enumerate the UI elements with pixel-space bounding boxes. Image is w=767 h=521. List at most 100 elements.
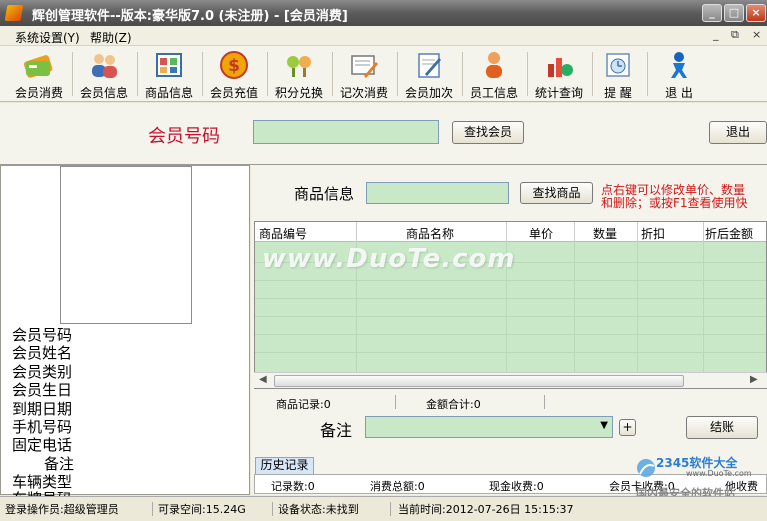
minimize-button[interactable]: _: [702, 4, 722, 22]
statistics-icon: [548, 58, 573, 77]
goods-info-input[interactable]: [366, 182, 509, 204]
toolbar-label: 积分兑换: [274, 86, 323, 100]
toolbar-reminder[interactable]: 提 醒: [587, 48, 649, 100]
column-divider: [574, 222, 575, 242]
summary-separator: [395, 395, 396, 409]
toolbar-member-recharge[interactable]: $ 会员充值: [203, 48, 265, 100]
toolbar-member-info[interactable]: 会员信息: [73, 48, 135, 100]
toolbar-label: 会员信息: [79, 86, 128, 100]
toolbar-label: 员工信息: [469, 86, 518, 100]
dollar-coin-icon: $: [220, 51, 248, 79]
status-free-space: 可录空间:15.24G: [158, 503, 246, 516]
scrollbar-thumb[interactable]: [274, 375, 684, 387]
col-goods-code[interactable]: 商品编号: [259, 225, 307, 242]
status-bar: 登录操作员:超级管理员 可录空间:15.24G 设备状态:未找到 当前时间:20…: [0, 496, 767, 521]
member-number-label: 会员号码: [148, 126, 220, 147]
history-cash-income: 现金收费:0: [489, 480, 544, 493]
tab-history[interactable]: 历史记录: [255, 457, 314, 474]
toolbar-label: 会员加次: [404, 86, 453, 100]
window-title: 辉创管理软件--版本:豪华版7.0 (未注册) - [会员消费]: [32, 9, 348, 24]
status-device: 设备状态:未找到: [278, 503, 359, 516]
toolbar-staff-info[interactable]: 员工信息: [463, 48, 525, 100]
toolbar-statistics[interactable]: 统计查询: [528, 48, 590, 100]
watermark: www.DuoTe.com: [262, 244, 516, 274]
close-button[interactable]: ×: [746, 4, 766, 22]
grid-line: [255, 316, 766, 317]
add-count-icon: [418, 53, 441, 78]
goods-info-label: 商品信息: [294, 185, 355, 203]
toolbar-label: 会员充值: [209, 86, 258, 100]
dropdown-arrow-icon[interactable]: ▼: [600, 420, 608, 431]
col-unit-price[interactable]: 单价: [529, 225, 553, 242]
toolbar-label: 统计查询: [534, 86, 583, 100]
table-header: 商品编号 商品名称 单价 数量 折扣 折后金额: [255, 222, 766, 242]
member-number-input[interactable]: [253, 120, 439, 144]
mdi-close-button[interactable]: ×: [752, 28, 761, 41]
goods-icon: [156, 53, 182, 77]
grid-line: [255, 334, 766, 335]
col-quantity[interactable]: 数量: [593, 225, 617, 242]
summary-separator: [544, 395, 545, 409]
toolbar-points-exchange[interactable]: 积分兑换: [268, 48, 330, 100]
find-goods-button[interactable]: 查找商品: [520, 182, 593, 204]
card-icon: [23, 55, 53, 78]
toolbar-label: 记次消费: [339, 86, 388, 100]
goods-records-count: 商品记录:0: [276, 398, 331, 411]
field-phone: 固定电话: [12, 436, 73, 454]
status-separator: [272, 502, 273, 516]
toolbar-label: 会员消费: [14, 86, 63, 100]
history-consume-total: 消费总额:0: [370, 480, 425, 493]
toolbar-count-consume[interactable]: 记次消费: [333, 48, 395, 100]
svg-text:$: $: [228, 56, 240, 76]
column-divider: [506, 222, 507, 242]
amount-total: 金额合计:0: [426, 398, 481, 411]
exit-button[interactable]: 退出: [709, 121, 767, 144]
logo-site: www.DuoTe.com: [686, 469, 752, 478]
toolbar-member-consume[interactable]: 会员消费: [8, 48, 70, 100]
status-current-time: 当前时间:2012-07-26日 15:15:37: [398, 503, 574, 516]
mdi-minimize-button[interactable]: _: [713, 28, 719, 41]
column-divider: [703, 222, 704, 242]
staff-icon: [486, 52, 502, 78]
member-photo: [60, 166, 192, 324]
grid-line: [255, 280, 766, 281]
toolbar-label: 提 醒: [604, 86, 632, 100]
grid-line: [255, 352, 766, 353]
col-goods-name[interactable]: 商品名称: [406, 225, 454, 242]
remark-combobox[interactable]: ▼: [365, 416, 613, 438]
toolbar-label: 退 出: [665, 86, 693, 100]
col-discount[interactable]: 折扣: [641, 225, 665, 242]
menu-system-settings[interactable]: 系统设置(Y): [15, 29, 80, 46]
exit-icon: [671, 52, 687, 78]
column-divider: [356, 222, 357, 242]
title-bar: 辉创管理软件--版本:豪华版7.0 (未注册) - [会员消费] _ □ ×: [0, 0, 767, 26]
toolbar-exit[interactable]: 退 出: [648, 48, 710, 100]
toolbar-label: 商品信息: [144, 86, 193, 100]
field-member-name: 会员姓名: [12, 344, 73, 362]
status-operator: 登录操作员:超级管理员: [5, 503, 119, 516]
find-member-button[interactable]: 查找会员: [452, 121, 524, 144]
remark-label: 备注: [320, 421, 353, 440]
menu-bar: 系统设置(Y) 帮助(Z) _ ⧉ ×: [0, 26, 767, 46]
status-separator: [390, 502, 391, 516]
menu-help[interactable]: 帮助(Z): [90, 29, 132, 46]
count-consume-icon: [351, 55, 378, 78]
column-divider: [637, 222, 638, 242]
toolbar-goods-info[interactable]: 商品信息: [138, 48, 200, 100]
reminder-icon: [606, 53, 630, 77]
toolbar: 会员消费 会员信息 商品信息 $ 会员充值 积分兑换 记次消费 会员加次 员工信…: [0, 46, 767, 102]
hint-text-line2: 和删除；或按F1查看使用快: [601, 196, 748, 210]
scroll-left-arrow-icon[interactable]: ◀: [259, 374, 267, 385]
field-plate-number: 车牌号码: [12, 488, 72, 496]
scroll-right-arrow-icon[interactable]: ▶: [750, 374, 758, 385]
app-logo-icon: [4, 5, 24, 21]
checkout-button[interactable]: 结账: [686, 416, 758, 439]
col-discounted-amount[interactable]: 折后金额: [705, 225, 753, 242]
add-remark-button[interactable]: +: [619, 419, 636, 436]
maximize-button[interactable]: □: [724, 4, 744, 22]
field-member-birthday: 会员生日: [12, 381, 73, 399]
mdi-restore-button[interactable]: ⧉: [731, 28, 739, 42]
toolbar-add-count[interactable]: 会员加次: [398, 48, 460, 100]
horizontal-scrollbar[interactable]: ◀ ▶: [254, 372, 767, 388]
status-separator: [152, 502, 153, 516]
